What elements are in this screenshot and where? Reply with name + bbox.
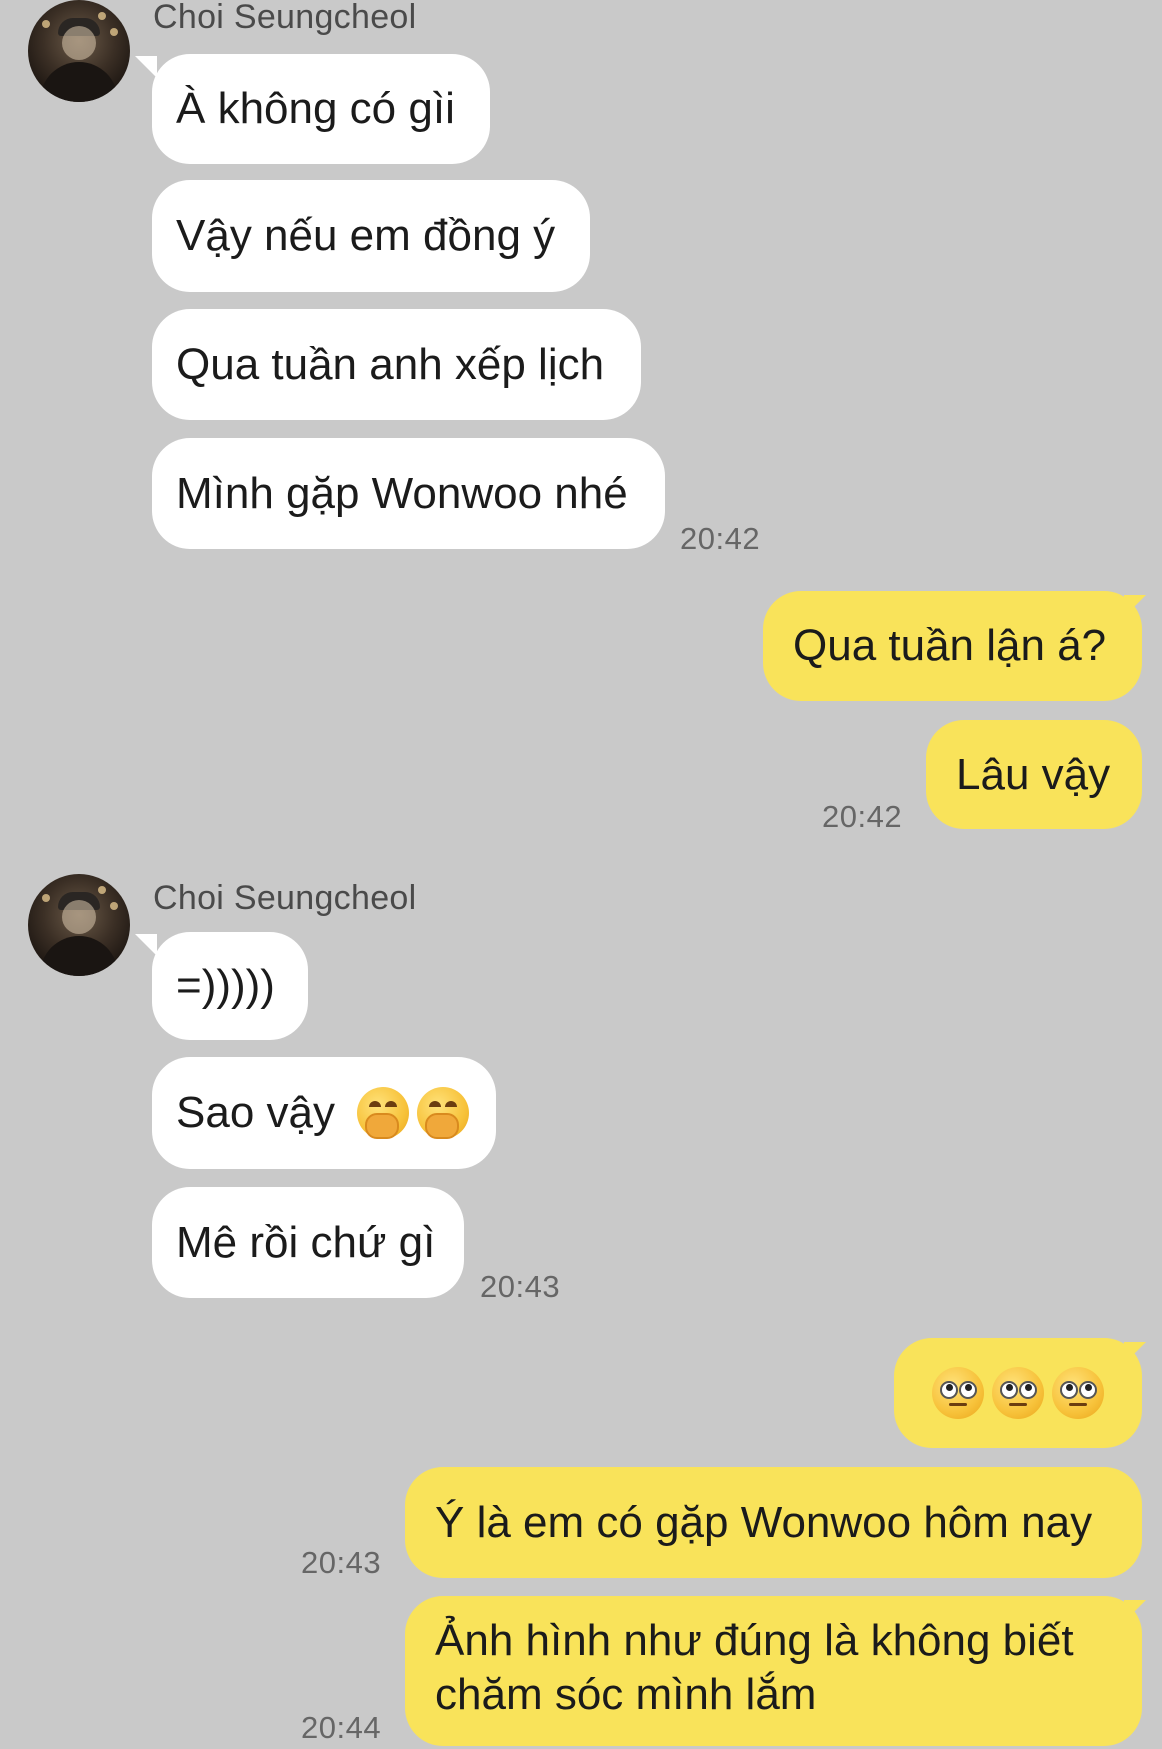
message-bubble[interactable]: Ý là em có gặp Wonwoo hôm nay <box>405 1467 1142 1578</box>
timestamp: 20:43 <box>480 1269 561 1304</box>
face-with-rolling-eyes-icon <box>992 1367 1044 1419</box>
message-bubble[interactable]: Mình gặp Wonwoo nhé <box>152 438 665 549</box>
message-bubble[interactable] <box>894 1338 1142 1448</box>
timestamp: 20:43 <box>301 1545 382 1580</box>
avatar[interactable] <box>28 0 130 102</box>
timestamp: 20:42 <box>680 521 761 556</box>
timestamp: 20:44 <box>301 1710 382 1745</box>
contact-name: Choi Seungcheol <box>153 0 417 36</box>
message-bubble[interactable]: Qua tuần lận á? <box>763 591 1142 701</box>
message-bubble[interactable]: Vậy nếu em đồng ý <box>152 180 590 292</box>
face-with-hand-over-mouth-icon <box>356 1087 409 1139</box>
message-bubble[interactable]: Mê rồi chứ gì <box>152 1187 464 1298</box>
message-text: Sao vậy <box>176 1088 335 1137</box>
face-with-hand-over-mouth-icon <box>416 1087 469 1139</box>
avatar[interactable] <box>28 874 130 976</box>
message-bubble[interactable]: À không có gìi <box>152 54 490 164</box>
message-bubble[interactable]: =))))) <box>152 932 308 1040</box>
timestamp: 20:42 <box>822 799 903 834</box>
message-bubble[interactable]: Qua tuần anh xếp lịch <box>152 309 641 420</box>
contact-name: Choi Seungcheol <box>153 879 417 917</box>
message-bubble[interactable]: Lâu vậy <box>926 720 1142 829</box>
face-with-rolling-eyes-icon <box>1052 1367 1104 1419</box>
message-bubble[interactable]: Ảnh hình như đúng là không biết chăm sóc… <box>405 1596 1142 1746</box>
face-with-rolling-eyes-icon <box>932 1367 984 1419</box>
message-bubble[interactable]: Sao vậy <box>152 1057 496 1169</box>
